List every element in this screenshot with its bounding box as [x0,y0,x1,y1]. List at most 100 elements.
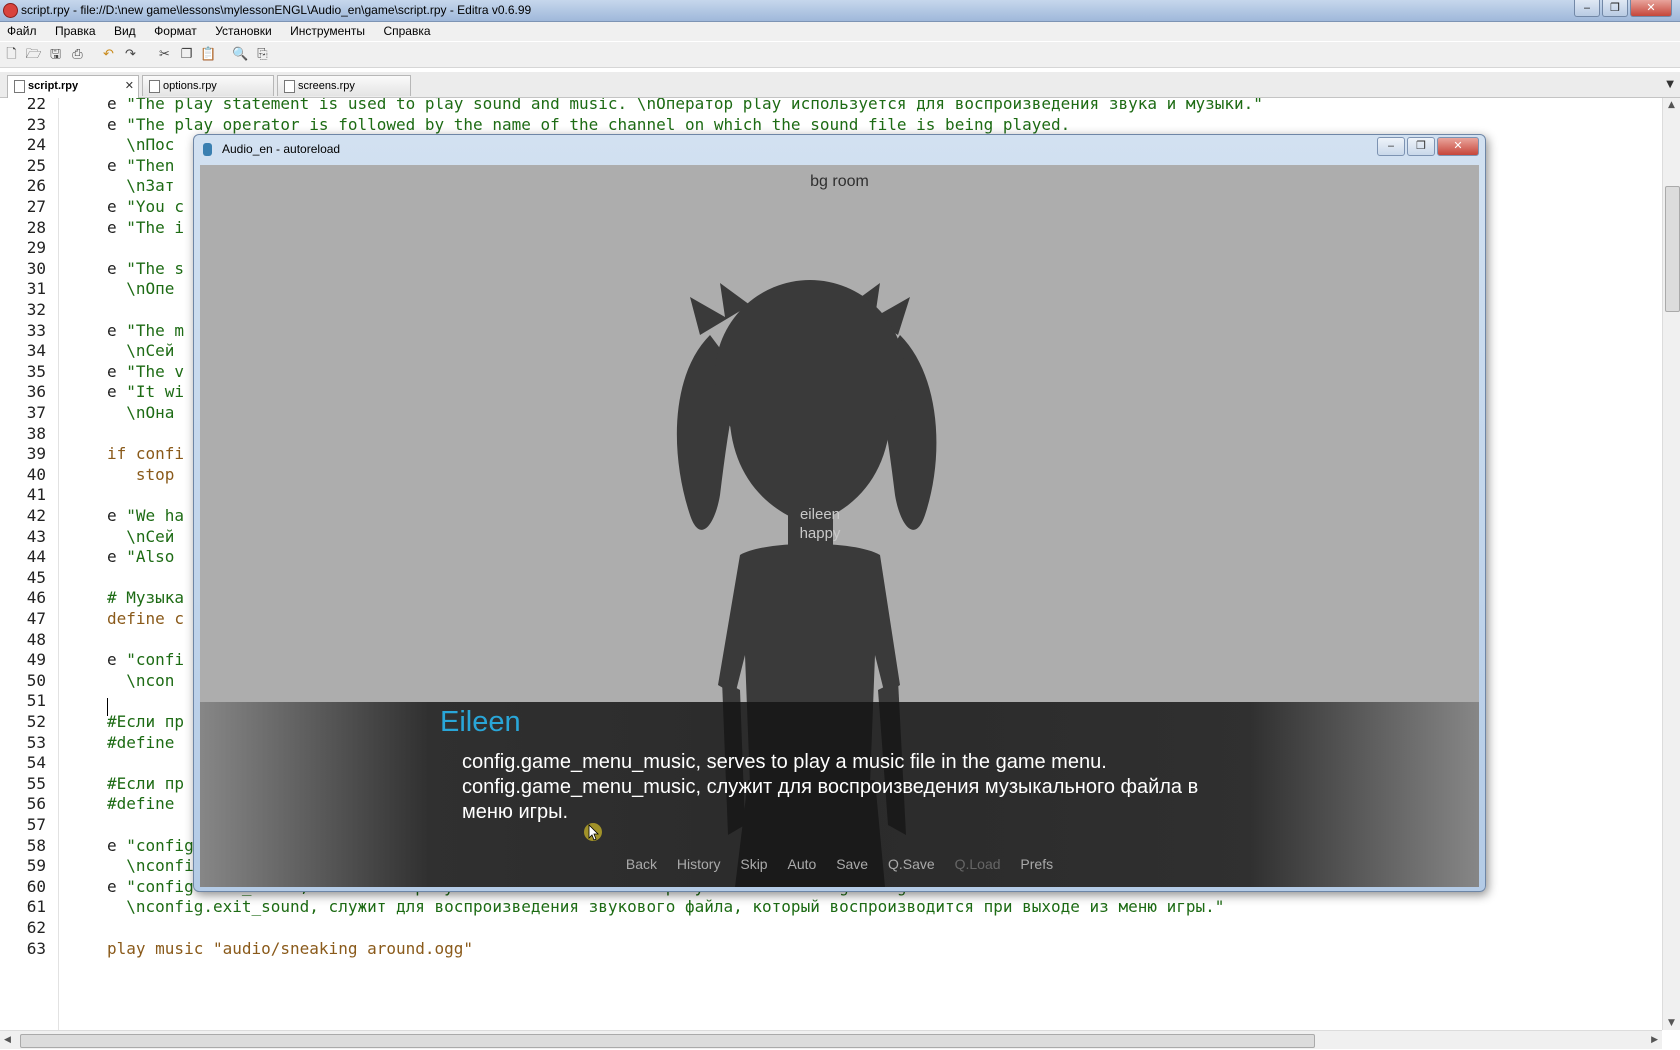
code-line[interactable]: #Если пр [107,774,184,793]
paste-icon[interactable]: 📋 [200,46,217,63]
minimize-button[interactable]: ‒ [1574,0,1600,17]
menu-edit[interactable]: Правка [48,22,103,38]
code-line[interactable]: \nСей [107,527,174,546]
scroll-up-icon[interactable]: ▲ [1668,100,1675,110]
game-window[interactable]: Audio_en - autoreload ‒ ❐ ✕ bg room eile… [193,134,1486,892]
open-folder-icon[interactable]: 🗁 [25,46,42,63]
code-line[interactable]: \ncon [107,671,174,690]
code-line[interactable]: e "The m [107,321,184,340]
code-line[interactable]: e "You c [107,197,184,216]
redo-icon[interactable]: ↷ [122,46,139,63]
code-line[interactable]: #define [107,733,174,752]
quick-menu-auto[interactable]: Auto [787,856,816,872]
game-minimize-button[interactable]: ‒ [1377,137,1405,156]
menu-format[interactable]: Формат [147,22,204,38]
print-icon[interactable]: ⎙ [69,46,86,63]
renpy-app-icon [203,143,212,156]
code-line[interactable]: #Если пр [107,712,184,731]
quick-menu-skip[interactable]: Skip [740,856,767,872]
code-line[interactable]: e "Then [107,156,174,175]
line-number: 41 [26,485,46,505]
scroll-left-icon[interactable]: ◀ [4,1035,11,1045]
string-literal: "We ha [126,506,185,525]
scroll-right-icon[interactable]: ▶ [1651,1035,1658,1045]
copy-icon[interactable]: ❐ [178,46,195,63]
find-replace-icon[interactable]: ⎘ [254,46,271,63]
editor-title-bar[interactable]: script.rpy - file://D:\new game\lessons\… [0,0,1680,22]
vertical-scroll-thumb[interactable] [1665,186,1680,312]
menu-settings[interactable]: Установки [208,22,278,38]
menu-file[interactable]: Файл [0,22,44,38]
undo-icon[interactable]: ↶ [100,46,117,63]
line-number: 40 [26,464,46,484]
code-line[interactable]: if confi [107,444,184,463]
menu-view[interactable]: Вид [107,22,143,38]
code-line[interactable]: # Музыка [107,588,184,607]
toolbar: 🗋 🗁 🖫 ⎙ ↶ ↷ ✂ ❐ 📋 🔍 ⎘ [0,42,1680,68]
string-literal: "The v [126,361,185,381]
quick-menu-qsave[interactable]: Q.Save [888,856,935,872]
line-number: 26 [26,176,46,196]
cut-icon[interactable]: ✂ [156,46,173,63]
quick-menu-save[interactable]: Save [836,856,868,872]
dialogue-window[interactable]: Eileen config.game_menu_music, serves to… [200,702,1479,887]
quick-menu-qload[interactable]: Q.Load [955,856,1001,872]
dialogue-line-english: config.game_menu_music, serves to play a… [462,751,1107,773]
horizontal-scroll-thumb[interactable] [20,1034,1315,1048]
new-file-icon[interactable]: 🗋 [3,46,20,63]
quick-menu-history[interactable]: History [677,856,721,872]
quick-menu: Back History Skip Auto Save Q.Save Q.Loa… [200,856,1479,872]
tab-menu-chevron-down-icon[interactable]: ▼ [1666,79,1674,90]
line-number: 61 [26,897,46,917]
tab-options-rpy[interactable]: options.rpy [142,75,274,96]
string-literal: "The s [126,258,185,278]
find-icon[interactable]: 🔍 [232,46,249,63]
code-line[interactable]: \nОна [107,403,174,422]
game-close-button[interactable]: ✕ [1437,137,1479,156]
tab-bar: script.rpy ✕ options.rpy screens.rpy ▼ [0,72,1680,98]
speaker-token: e [107,217,127,237]
line-number: 50 [26,670,46,690]
text-caret [107,698,108,716]
speaker-token: e [107,114,127,134]
save-icon[interactable]: 🖫 [47,46,64,63]
code-line[interactable]: e "The i [107,218,184,237]
code-line[interactable]: e "Also [107,547,174,566]
tab-label: screens.rpy [298,80,355,92]
code-line[interactable]: \nОпе [107,279,174,298]
menu-tools[interactable]: Инструменты [283,22,372,38]
code-line[interactable]: \nПос [107,135,174,154]
horizontal-scrollbar[interactable]: ◀ ▶ [0,1030,1662,1049]
background-placeholder-label: bg room [810,173,869,190]
speaker-token: e [107,320,127,340]
tab-close-icon[interactable]: ✕ [125,79,134,92]
game-window-title: Audio_en - autoreload [222,142,341,156]
code-line[interactable]: stop [107,465,175,484]
scroll-down-icon[interactable]: ▼ [1668,1018,1675,1028]
line-number: 33 [26,320,46,340]
vertical-scrollbar[interactable]: ▲ ▼ [1662,98,1680,1030]
code-line[interactable]: e "The play statement is used to play so… [107,98,1263,113]
code-line[interactable]: e "The play operator is followed by the … [107,115,1070,134]
tab-screens-rpy[interactable]: screens.rpy [277,75,411,96]
quick-menu-prefs[interactable]: Prefs [1020,856,1053,872]
tab-script-rpy[interactable]: script.rpy ✕ [7,75,139,98]
code-line[interactable]: e "We ha [107,506,184,525]
code-line[interactable]: play music "audio/sneaking around.ogg" [107,939,473,958]
game-maximize-button[interactable]: ❐ [1407,137,1435,156]
code-line[interactable]: #define [107,794,174,813]
code-line[interactable]: \nЗат [107,176,174,195]
maximize-button[interactable]: ❐ [1602,0,1628,17]
code-line[interactable]: \nСей [107,341,174,360]
close-button[interactable]: ✕ [1630,0,1672,17]
code-line[interactable]: e "It wi [107,382,184,401]
menu-help[interactable]: Справка [376,22,437,38]
code-line[interactable]: define c [107,609,184,628]
code-line[interactable]: e "The s [107,259,184,278]
string-literal: "Also [126,547,175,567]
code-line[interactable]: \nconfig.exit_sound, служит для воспроиз… [107,897,1224,916]
game-scene[interactable]: bg room eileen happy Eileen config.game_… [200,165,1479,887]
code-line[interactable]: e "The v [107,362,184,381]
code-line[interactable]: e "confi [107,650,184,669]
quick-menu-back[interactable]: Back [626,856,657,872]
